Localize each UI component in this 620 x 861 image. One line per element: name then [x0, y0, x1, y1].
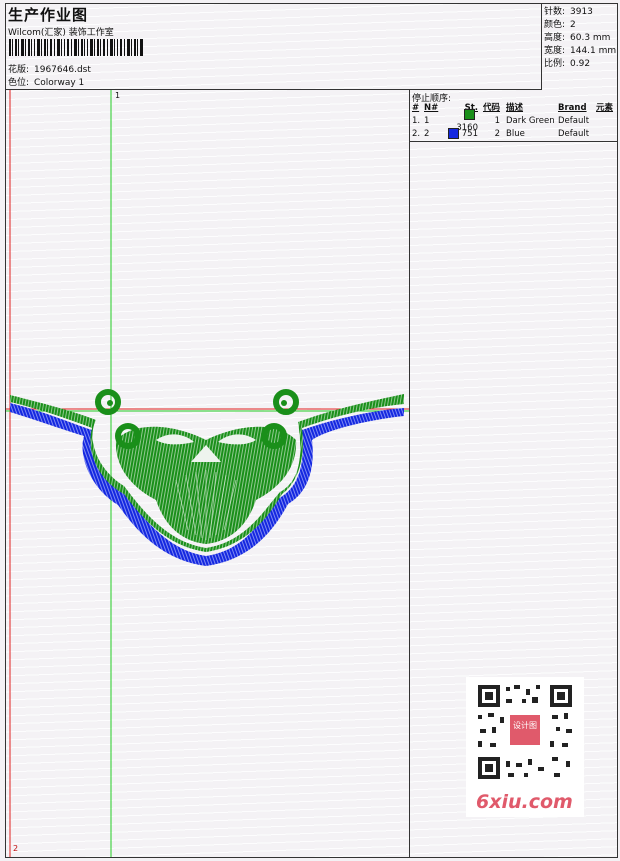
colorway-line: 色位: Colorway 1: [8, 75, 84, 88]
col-num: N#: [424, 103, 439, 113]
table-row: 2. 2 751 2 Blue Default: [410, 128, 617, 141]
row-desc: Blue: [506, 129, 525, 139]
row-index: 2.: [412, 129, 421, 139]
stamp-label: 设计图: [513, 721, 537, 730]
design-value: 1967646.dst: [34, 65, 91, 75]
right-top-scroll-center: [281, 400, 287, 406]
stat-value: 2: [570, 20, 576, 30]
embroidery-canvas: 1 2: [6, 90, 410, 857]
stat-label: 比例:: [544, 59, 566, 69]
stat-value: 3913: [570, 7, 593, 17]
row-num: 1: [424, 116, 430, 126]
table-header: # N# St. 代码 描述 Brand 元素: [410, 102, 617, 115]
row-stitches: 751: [461, 129, 478, 139]
col-desc: 描述: [506, 103, 524, 113]
table-row: 1. 1 3160 1 Dark Green Default: [410, 108, 617, 133]
stat-label: 针数:: [544, 7, 566, 17]
stop-sequence-table: # N# St. 代码 描述 Brand 元素 1. 1 3160 1 Dark…: [410, 102, 617, 142]
design-stats: 针数: 3913 颜色: 2 高度: 60.3 mm 宽度: 144.1 mm 比例: 0…: [542, 4, 617, 90]
sheet-header: 生产作业图 Wilcom(汇家) 装饰工作室 花版: 1967646.dst 色…: [6, 4, 542, 90]
color-swatch-blue: [447, 128, 459, 139]
row-code: 2: [494, 129, 500, 139]
embroidery-design: [6, 90, 409, 857]
stat-height: 高度: 60.3 mm: [544, 32, 617, 45]
stat-label: 颜色:: [544, 20, 566, 30]
company-name: Wilcom(汇家) 装饰工作室: [8, 28, 114, 38]
row-index: 1.: [412, 116, 421, 126]
colorway-label: 色位:: [8, 78, 30, 88]
col-code: 代码: [482, 103, 500, 113]
design-file-line: 花版: 1967646.dst: [8, 62, 91, 75]
stat-label: 高度:: [544, 33, 566, 43]
stat-stitches: 针数: 3913: [544, 6, 617, 19]
stat-label: 宽度:: [544, 46, 566, 56]
crosshair-start-label: 1: [115, 91, 121, 100]
stat-value: 144.1 mm: [570, 46, 617, 56]
row-stitches-cell: 751: [444, 128, 482, 141]
stat-width: 宽度: 144.1 mm: [544, 45, 617, 58]
qr-code-icon: [466, 677, 584, 787]
col-hash: #: [412, 103, 420, 113]
site-logo: 6xiu.com: [476, 791, 573, 813]
row-num: 2: [424, 129, 430, 139]
stat-value: 60.3 mm: [570, 33, 611, 43]
color-swatch-green: [464, 108, 475, 120]
row-desc: Dark Green: [506, 116, 555, 126]
stat-colors: 颜色: 2: [544, 19, 617, 32]
design-label: 花版:: [8, 65, 30, 75]
row-brand: Default: [558, 116, 590, 126]
colorway-value: Colorway 1: [34, 78, 85, 88]
crosshair-end-label: 2: [13, 844, 19, 853]
row-code: 1: [494, 116, 500, 126]
row-brand: Default: [558, 129, 590, 139]
barcode: [9, 39, 143, 56]
stat-scale: 比例: 0.92: [544, 58, 617, 71]
stat-value: 0.92: [570, 59, 591, 69]
left-top-scroll-center: [107, 400, 113, 406]
red-stamp: [510, 715, 540, 745]
page-title: 生产作业图: [8, 6, 89, 24]
col-element: 元素: [596, 103, 614, 113]
col-brand: Brand: [558, 103, 587, 113]
